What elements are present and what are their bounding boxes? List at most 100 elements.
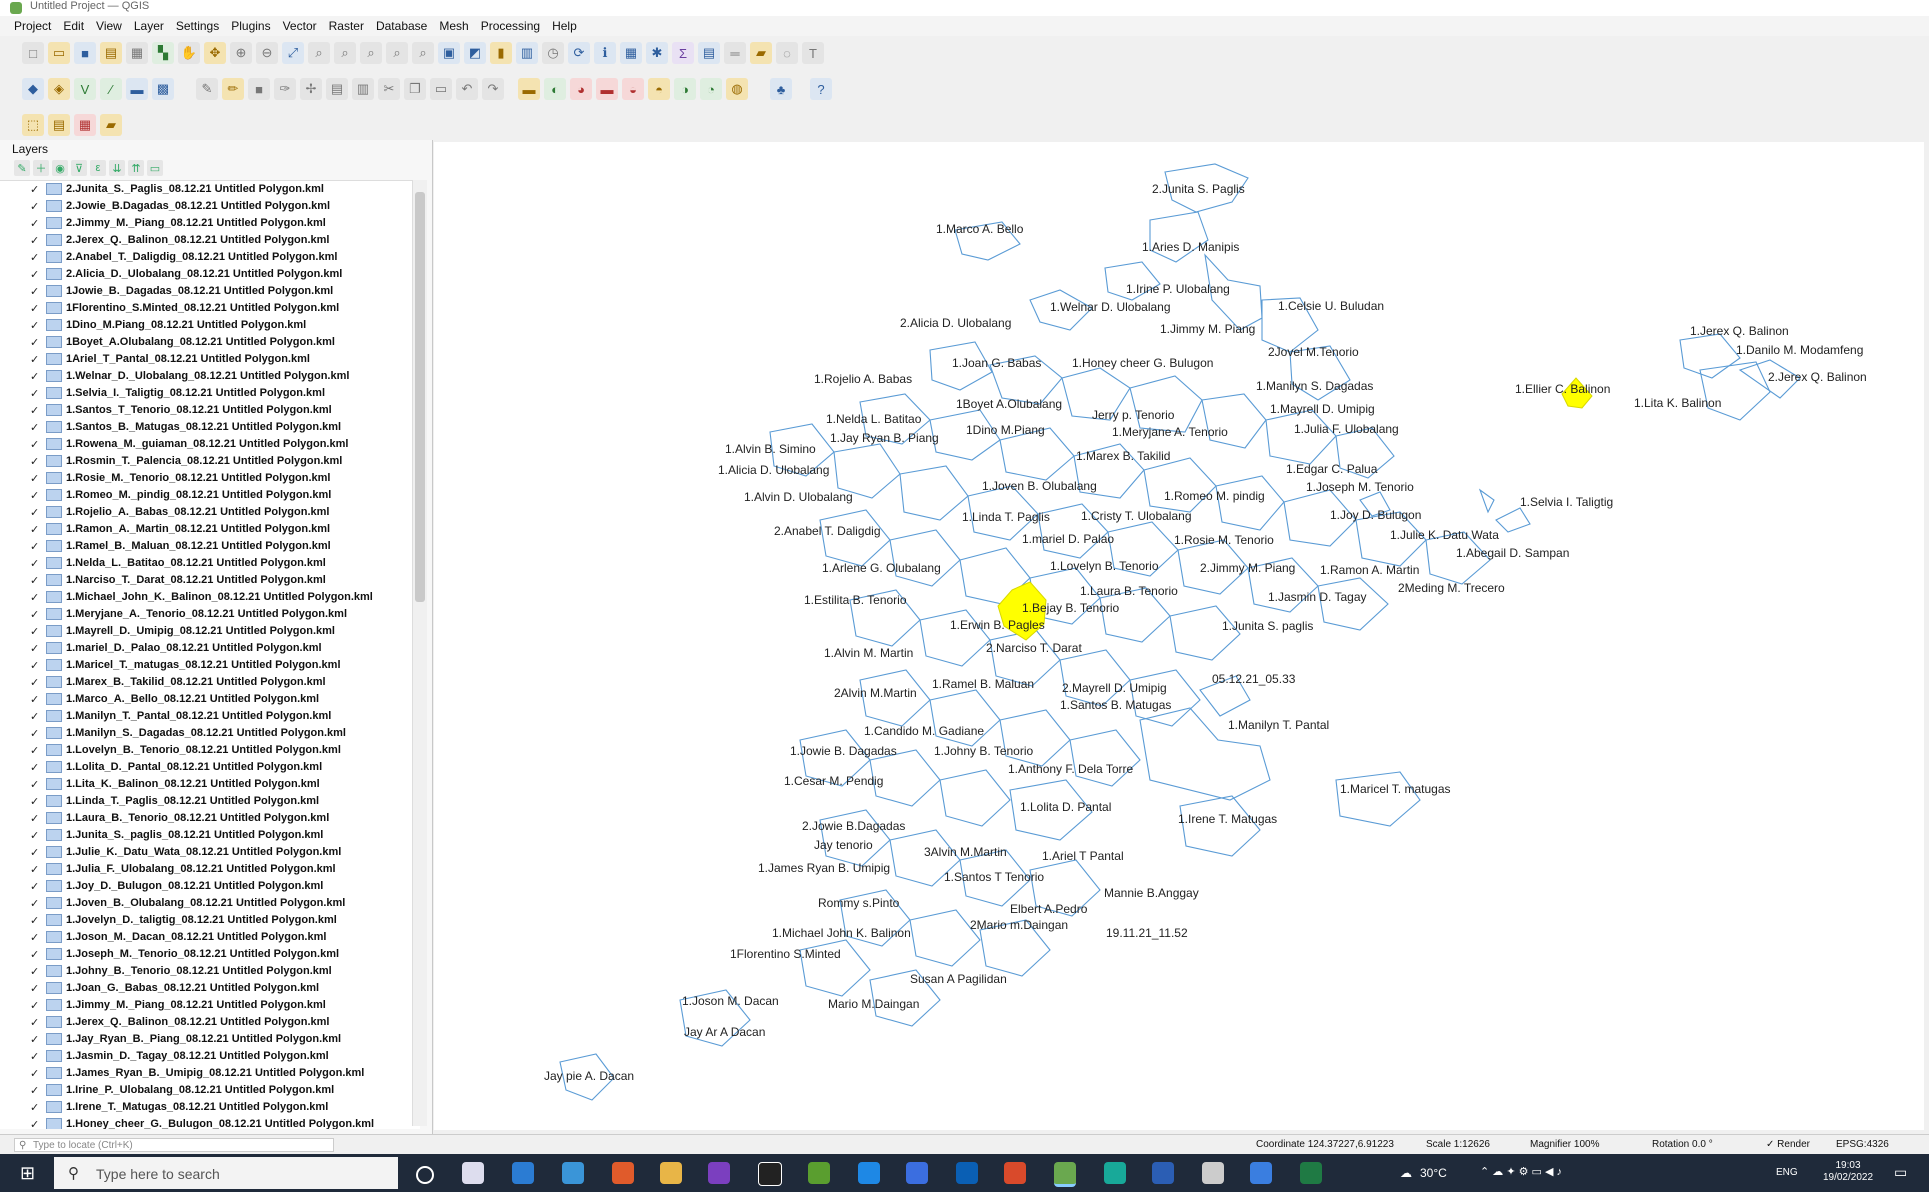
layer-visibility-checkbox[interactable]: ✓	[30, 489, 42, 502]
layer-row[interactable]: ✓ 1.Selvia_I._Taligtig_08.12.21 Untitled …	[30, 385, 325, 401]
layer-visibility-checkbox[interactable]: ✓	[30, 336, 42, 349]
digitize-icon[interactable]: ✑	[274, 78, 296, 100]
layer-visibility-checkbox[interactable]: ✓	[30, 829, 42, 842]
layer-row[interactable]: ✓ 1.Lolita_D._Pantal_08.12.21 Untitled Po…	[30, 759, 322, 775]
tray-icons[interactable]: ⌃ ☁ ✦ ⚙ ▭ ◀ ♪	[1480, 1165, 1562, 1178]
layer-visibility-checkbox[interactable]: ✓	[30, 421, 42, 434]
layer-visibility-checkbox[interactable]: ✓	[30, 472, 42, 485]
style-manager-icon[interactable]: ▚	[152, 42, 174, 64]
layer-visibility-checkbox[interactable]: ✓	[30, 268, 42, 281]
menu-mesh[interactable]: Mesh	[439, 19, 468, 33]
filter-legend-icon[interactable]: ⊽	[71, 160, 87, 176]
zoom-full-icon[interactable]: ⤢	[282, 42, 304, 64]
help-contents-icon[interactable]: ?	[810, 78, 832, 100]
layer-row[interactable]: ✓ 1.Jerex_Q._Balinon_08.12.21 Untitled Po…	[30, 1014, 330, 1030]
layer-visibility-checkbox[interactable]: ✓	[30, 863, 42, 876]
layer-visibility-checkbox[interactable]: ✓	[30, 574, 42, 587]
expand-all-icon[interactable]: ⇊	[109, 160, 125, 176]
layer-visibility-checkbox[interactable]: ✓	[30, 812, 42, 825]
menu-help[interactable]: Help	[552, 19, 577, 33]
layer-visibility-checkbox[interactable]: ✓	[30, 251, 42, 264]
coordinate-readout[interactable]: Coordinate 124.37227,6.91223	[1256, 1139, 1394, 1150]
deselect-features-icon[interactable]: ▦	[74, 114, 96, 136]
github-icon[interactable]	[758, 1162, 782, 1186]
zoom-native-icon[interactable]: ⌕	[360, 42, 382, 64]
field-calculator-icon[interactable]: ▤	[698, 42, 720, 64]
rotate-label-icon[interactable]: ◔	[700, 78, 722, 100]
layer-row[interactable]: ✓ 1.Lovelyn_B._Tenorio_08.12.21 Untitled …	[30, 742, 341, 758]
layer-visibility-checkbox[interactable]: ✓	[30, 1067, 42, 1080]
layer-visibility-checkbox[interactable]: ✓	[30, 846, 42, 859]
layer-row[interactable]: ✓ 1.Jovelyn_D._taligtig_08.12.21 Untitled…	[30, 912, 337, 928]
zoom-layer-icon[interactable]: ⌕	[334, 42, 356, 64]
layer-row[interactable]: ✓ 1.Mayrell_D._Umipig_08.12.21 Untitled P…	[30, 623, 335, 639]
zoom-in-icon[interactable]: ⊕	[230, 42, 252, 64]
powerpoint-icon[interactable]	[1004, 1162, 1026, 1184]
label-toolbar-icon[interactable]: ▬	[518, 78, 540, 100]
download-app-icon[interactable]	[906, 1162, 928, 1184]
layer-row[interactable]: ✓ 1.Jasmin_D._Tagay_08.12.21 Untitled Pol…	[30, 1048, 329, 1064]
layer-visibility-checkbox[interactable]: ✓	[30, 982, 42, 995]
menu-vector[interactable]: Vector	[283, 19, 317, 33]
open-project-icon[interactable]: ▭	[48, 42, 70, 64]
new-project-icon[interactable]: □	[22, 42, 44, 64]
add-database-layer-icon[interactable]: ▬	[126, 78, 148, 100]
collapse-all-icon[interactable]: ⇈	[128, 160, 144, 176]
layer-visibility-checkbox[interactable]: ✓	[30, 897, 42, 910]
layer-row[interactable]: ✓ 1.Joseph_M._Tenorio_08.12.21 Untitled P…	[30, 946, 339, 962]
calendar-app-icon[interactable]	[512, 1162, 534, 1184]
layer-row[interactable]: ✓ 1.Ramel_B._Maluan_08.12.21 Untitled Pol…	[30, 538, 331, 554]
layer-row[interactable]: ✓ 1.Ramon_A._Martin_08.12.21 Untitled Pol…	[30, 521, 330, 537]
highlight-label-icon[interactable]: ▬	[596, 78, 618, 100]
layer-visibility-checkbox[interactable]: ✓	[30, 1118, 42, 1130]
layer-visibility-checkbox[interactable]: ✓	[30, 965, 42, 978]
layer-visibility-checkbox[interactable]: ✓	[30, 438, 42, 451]
show-hide-labels-icon[interactable]: ◓	[648, 78, 670, 100]
clock[interactable]: 19:03 19/02/2022	[1818, 1160, 1878, 1184]
modify-attributes-icon[interactable]: ▤	[326, 78, 348, 100]
layer-row[interactable]: ✓ 1Florentino_S.Minted_08.12.21 Untitled …	[30, 300, 339, 316]
layer-visibility-checkbox[interactable]: ✓	[30, 778, 42, 791]
annotation-icon[interactable]: ◌	[776, 42, 798, 64]
layer-row[interactable]: ✓ 1.Welnar_D._Ulobalang_08.12.21 Untitled…	[30, 368, 349, 384]
layer-row[interactable]: ✓ 1.Maricel_T._matugas_08.12.21 Untitled …	[30, 657, 341, 673]
save-project-icon[interactable]: ■	[74, 42, 96, 64]
layer-visibility-checkbox[interactable]: ✓	[30, 1050, 42, 1063]
layer-visibility-checkbox[interactable]: ✓	[30, 353, 42, 366]
qgis-taskbar-icon[interactable]	[808, 1162, 830, 1184]
layer-row[interactable]: ✓ 1.Rosmin_T._Palencia_08.12.21 Untitled …	[30, 453, 342, 469]
menu-database[interactable]: Database	[376, 19, 427, 33]
toggle-editing-icon[interactable]: ✏	[222, 78, 244, 100]
excel-icon[interactable]	[1300, 1162, 1322, 1184]
pan-to-selection-icon[interactable]: ✥	[204, 42, 226, 64]
layer-row[interactable]: ✓ 1.Romeo_M._pindig_08.12.21 Untitled Pol…	[30, 487, 331, 503]
new-map-view-icon[interactable]: ▣	[438, 42, 460, 64]
layer-row[interactable]: ✓ 1.Johny_B._Tenorio_08.12.21 Untitled Po…	[30, 963, 332, 979]
map-tips-icon[interactable]: ▰	[750, 42, 772, 64]
layer-row[interactable]: ✓ 1.Rojelio_A._Babas_08.12.21 Untitled Po…	[30, 504, 329, 520]
layer-visibility-checkbox[interactable]: ✓	[30, 591, 42, 604]
qgis-active-icon[interactable]	[1054, 1162, 1076, 1187]
layer-visibility-checkbox[interactable]: ✓	[30, 625, 42, 638]
layer-visibility-checkbox[interactable]: ✓	[30, 931, 42, 944]
undo-icon[interactable]: ↶	[456, 78, 478, 100]
add-raster-layer-icon[interactable]: ⁄	[100, 78, 122, 100]
layer-visibility-checkbox[interactable]: ✓	[30, 608, 42, 621]
layer-visibility-checkbox[interactable]: ✓	[30, 234, 42, 247]
layout-manager-icon[interactable]: ▦	[126, 42, 148, 64]
menu-project[interactable]: Project	[14, 19, 51, 33]
layer-visibility-checkbox[interactable]: ✓	[30, 1033, 42, 1046]
menu-settings[interactable]: Settings	[176, 19, 219, 33]
statistics-icon[interactable]: ✱	[646, 42, 668, 64]
menu-processing[interactable]: Processing	[481, 19, 540, 33]
brave-browser-icon[interactable]	[612, 1162, 634, 1184]
layer-row[interactable]: ✓ 1.mariel_D._Palao_08.12.21 Untitled Pol…	[30, 640, 322, 656]
new-3d-view-icon[interactable]: ◩	[464, 42, 486, 64]
layer-row[interactable]: ✓ 1.Jimmy_M._Piang_08.12.21 Untitled Poly…	[30, 997, 326, 1013]
python-console-icon[interactable]: ♣	[770, 78, 792, 100]
add-group-icon[interactable]: ＋	[33, 160, 49, 176]
layers-scrollbar[interactable]	[412, 180, 427, 1126]
layer-row[interactable]: ✓ 1.Linda_T._Paglis_08.12.21 Untitled Pol…	[30, 793, 319, 809]
layer-row[interactable]: ✓ 1.Rowena_M._guiaman_08.12.21 Untitled P…	[30, 436, 348, 452]
layer-row[interactable]: ✓ 1.Manilyn_S._Dagadas_08.12.21 Untitled …	[30, 725, 346, 741]
